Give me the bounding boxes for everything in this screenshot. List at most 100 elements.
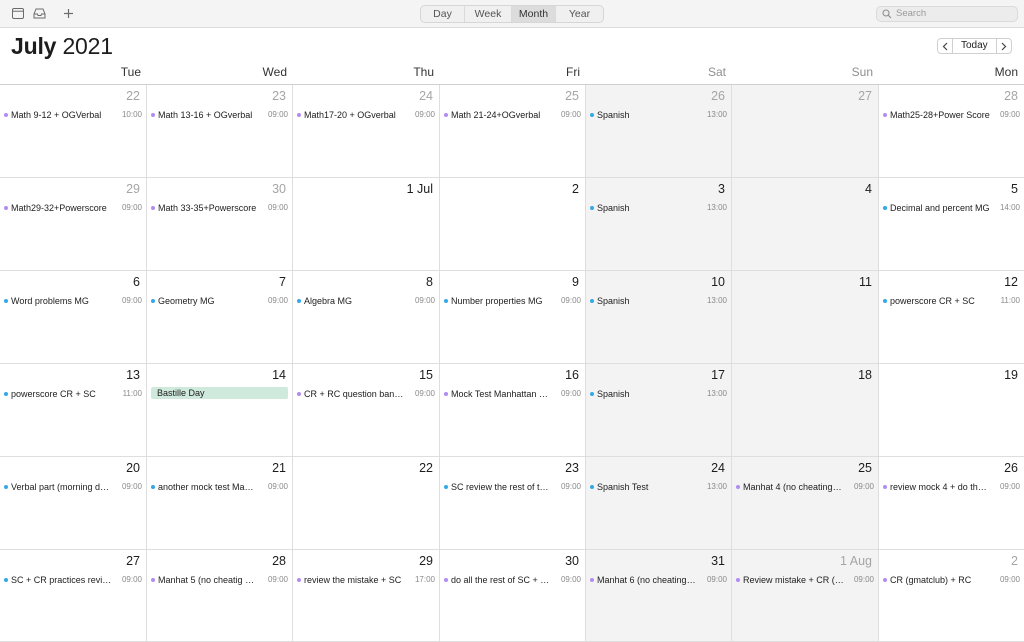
day-cell[interactable]: 11	[732, 271, 879, 364]
day-cell[interactable]: 13 powerscore CR + SC 11:00	[0, 364, 147, 457]
calendar-event[interactable]: CR + RC question banks... 09:00	[297, 388, 435, 400]
event-dot-icon	[4, 299, 8, 303]
day-cell[interactable]: 14 Bastille Day	[147, 364, 293, 457]
event-dot-icon	[883, 299, 887, 303]
day-cell[interactable]: 1 Jul	[293, 178, 440, 271]
calendar-event[interactable]: Spanish 13:00	[590, 109, 727, 121]
tab-month[interactable]: Month	[512, 6, 556, 22]
calendar-event[interactable]: powerscore CR + SC 11:00	[4, 388, 142, 400]
event-title: Math17-20 + OGverbal	[304, 110, 396, 120]
day-cell[interactable]: 16 Mock Test Manhattan an... 09:00	[440, 364, 586, 457]
day-cell[interactable]: 2 CR (gmatclub) + RC 09:00	[879, 550, 1024, 642]
day-number: 26	[1004, 461, 1018, 475]
day-cell[interactable]: 17 Spanish 13:00	[586, 364, 732, 457]
day-cell[interactable]: 5 Decimal and percent MG 14:00	[879, 178, 1024, 271]
calendar-event[interactable]: Manhat 5 (no cheatig pa... 09:00	[151, 574, 288, 586]
day-number: 30	[272, 182, 286, 196]
calendar-event[interactable]: SC review the rest of the... 09:00	[444, 481, 581, 493]
day-cell[interactable]: 24 Spanish Test 13:00	[586, 457, 732, 550]
calendar-event[interactable]: Math29-32+Powerscore 09:00	[4, 202, 142, 214]
calendar-event[interactable]: Number properties MG 09:00	[444, 295, 581, 307]
day-number: 29	[126, 182, 140, 196]
day-cell[interactable]: 18	[732, 364, 879, 457]
calendar-event[interactable]: Algebra MG 09:00	[297, 295, 435, 307]
add-icon[interactable]	[61, 6, 75, 20]
day-cell[interactable]: 27 SC + CR practices revie... 09:00	[0, 550, 147, 642]
calendar-event[interactable]: Word problems MG 09:00	[4, 295, 142, 307]
day-cell[interactable]: 28 Math25-28+Power Score 09:00	[879, 85, 1024, 178]
calendar-event[interactable]: Math17-20 + OGverbal 09:00	[297, 109, 435, 121]
day-number: 11	[859, 275, 872, 289]
event-title: Manhat 6 (no cheating p...	[597, 575, 697, 585]
calendar-event[interactable]: review the mistake + SC 17:00	[297, 574, 435, 586]
day-cell[interactable]: 30 Math 33-35+Powerscore 09:00	[147, 178, 293, 271]
day-cell[interactable]: 30 do all the rest of SC + C... 09:00	[440, 550, 586, 642]
calendar-event[interactable]: Manhat 4 (no cheating p... 09:00	[736, 481, 874, 493]
day-cell[interactable]: 20 Verbal part (morning do... 09:00	[0, 457, 147, 550]
day-cell[interactable]: 12 powerscore CR + SC 11:00	[879, 271, 1024, 364]
calendar-event[interactable]: Spanish 13:00	[590, 388, 727, 400]
day-cell[interactable]: 29 Math29-32+Powerscore 09:00	[0, 178, 147, 271]
day-cell[interactable]: 26 Spanish 13:00	[586, 85, 732, 178]
calendar-event[interactable]: Math 9-12 + OGVerbal 10:00	[4, 109, 142, 121]
event-time: 09:00	[121, 575, 142, 584]
today-button[interactable]: Today	[953, 38, 996, 54]
day-cell[interactable]: 4	[732, 178, 879, 271]
weekday-thu: Thu	[413, 65, 434, 79]
inbox-icon[interactable]	[32, 6, 46, 20]
view-switcher: Day Week Month Year	[420, 5, 604, 23]
calendar-event[interactable]: Verbal part (morning do... 09:00	[4, 481, 142, 493]
day-cell[interactable]: 2	[440, 178, 586, 271]
day-cell[interactable]: 23 SC review the rest of the... 09:00	[440, 457, 586, 550]
search-input[interactable]: Search	[876, 6, 1018, 22]
day-cell[interactable]: 28 Manhat 5 (no cheatig pa... 09:00	[147, 550, 293, 642]
day-cell[interactable]: 9 Number properties MG 09:00	[440, 271, 586, 364]
day-cell[interactable]: 27	[732, 85, 879, 178]
calendar-event[interactable]: do all the rest of SC + C... 09:00	[444, 574, 581, 586]
calendar-event[interactable]: powerscore CR + SC 11:00	[883, 295, 1020, 307]
calendar-event[interactable]: Review mistake + CR (g... 09:00	[736, 574, 874, 586]
day-cell[interactable]: 19	[879, 364, 1024, 457]
day-cell[interactable]: 10 Spanish 13:00	[586, 271, 732, 364]
day-cell[interactable]: 25 Manhat 4 (no cheating p... 09:00	[732, 457, 879, 550]
calendar-event[interactable]: Decimal and percent MG 14:00	[883, 202, 1020, 214]
all-day-event[interactable]: Bastille Day	[151, 387, 288, 399]
event-title: Math 9-12 + OGVerbal	[11, 110, 102, 120]
day-cell[interactable]: 22	[293, 457, 440, 550]
day-cell[interactable]: 24 Math17-20 + OGverbal 09:00	[293, 85, 440, 178]
tab-year[interactable]: Year	[556, 6, 603, 22]
calendar-event[interactable]: SC + CR practices revie... 09:00	[4, 574, 142, 586]
calendars-icon[interactable]	[11, 6, 25, 20]
day-cell[interactable]: 1 Aug Review mistake + CR (g... 09:00	[732, 550, 879, 642]
day-cell[interactable]: 29 review the mistake + SC 17:00	[293, 550, 440, 642]
day-cell[interactable]: 25 Math 21-24+OGverbal 09:00	[440, 85, 586, 178]
tab-week[interactable]: Week	[465, 6, 512, 22]
day-cell[interactable]: 21 another mock test Manh... 09:00	[147, 457, 293, 550]
calendar-event[interactable]: Math 33-35+Powerscore 09:00	[151, 202, 288, 214]
day-cell[interactable]: 26 review mock 4 + do the r... 09:00	[879, 457, 1024, 550]
day-cell[interactable]: 7 Geometry MG 09:00	[147, 271, 293, 364]
day-cell[interactable]: 8 Algebra MG 09:00	[293, 271, 440, 364]
event-title: Spanish	[597, 203, 630, 213]
calendar-event[interactable]: review mock 4 + do the r... 09:00	[883, 481, 1020, 493]
day-cell[interactable]: 15 CR + RC question banks... 09:00	[293, 364, 440, 457]
calendar-event[interactable]: another mock test Manh... 09:00	[151, 481, 288, 493]
tab-day[interactable]: Day	[421, 6, 465, 22]
calendar-event[interactable]: Math25-28+Power Score 09:00	[883, 109, 1020, 121]
day-cell[interactable]: 6 Word problems MG 09:00	[0, 271, 147, 364]
day-cell[interactable]: 23 Math 13-16 + OGverbal 09:00	[147, 85, 293, 178]
day-cell[interactable]: 31 Manhat 6 (no cheating p... 09:00	[586, 550, 732, 642]
calendar-event[interactable]: Math 13-16 + OGverbal 09:00	[151, 109, 288, 121]
calendar-event[interactable]: Spanish 13:00	[590, 202, 727, 214]
calendar-event[interactable]: CR (gmatclub) + RC 09:00	[883, 574, 1020, 586]
calendar-event[interactable]: Mock Test Manhattan an... 09:00	[444, 388, 581, 400]
calendar-event[interactable]: Manhat 6 (no cheating p... 09:00	[590, 574, 727, 586]
calendar-event[interactable]: Spanish 13:00	[590, 295, 727, 307]
day-cell[interactable]: 3 Spanish 13:00	[586, 178, 732, 271]
next-button[interactable]	[995, 38, 1012, 54]
day-cell[interactable]: 22 Math 9-12 + OGVerbal 10:00	[0, 85, 147, 178]
calendar-event[interactable]: Math 21-24+OGverbal 09:00	[444, 109, 581, 121]
previous-button[interactable]	[937, 38, 953, 54]
calendar-event[interactable]: Spanish Test 13:00	[590, 481, 727, 493]
calendar-event[interactable]: Geometry MG 09:00	[151, 295, 288, 307]
